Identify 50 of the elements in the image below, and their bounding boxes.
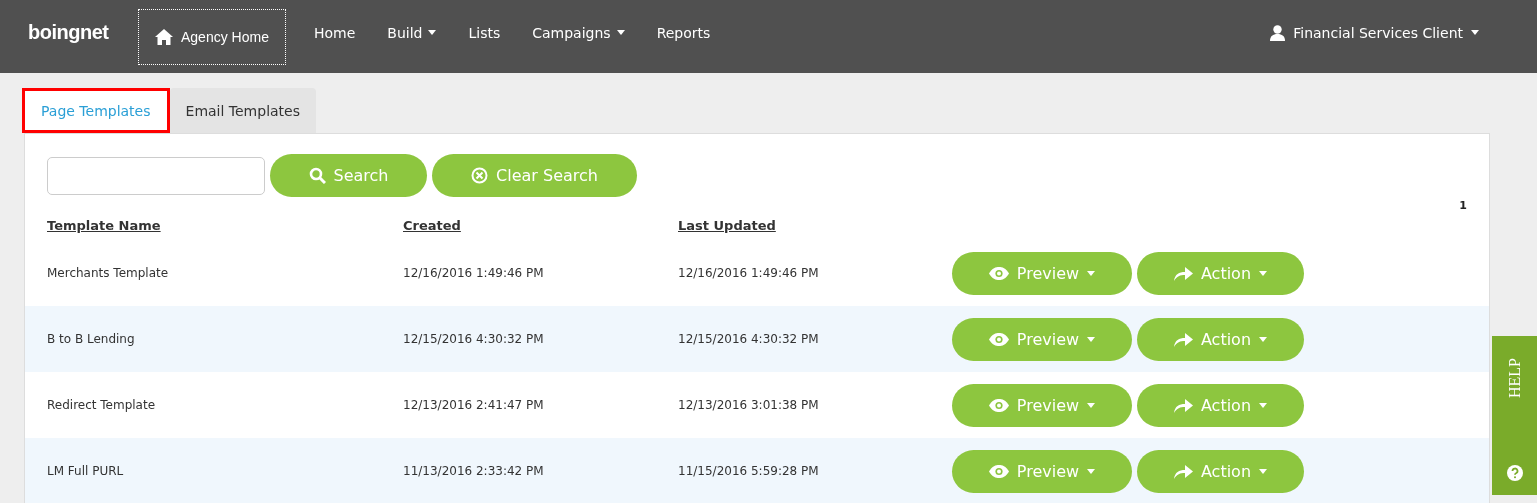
caret-icon xyxy=(1259,468,1268,474)
caret-icon xyxy=(428,30,437,35)
template-name-cell-text: B to B Lending xyxy=(47,332,136,346)
logo[interactable]: boingnet xyxy=(28,21,138,44)
caret-icon xyxy=(1087,402,1096,408)
page-number[interactable]: 1 xyxy=(47,199,1467,212)
column-header[interactable]: Last Updated xyxy=(678,217,952,233)
template-name-cell-text: LM Full PURL xyxy=(47,464,125,478)
share-arrow-icon xyxy=(1173,265,1193,281)
created-cell-text: 12/16/2016 1:49:46 PM xyxy=(403,266,545,280)
updated-cell-text: 12/15/2016 4:30:32 PM xyxy=(678,332,820,346)
caret-icon xyxy=(1087,468,1096,474)
user-icon xyxy=(1270,24,1286,41)
eye-icon xyxy=(988,332,1009,346)
created-cell-text: 11/13/2016 2:33:42 PM xyxy=(403,464,545,478)
caret-icon xyxy=(1471,30,1479,35)
user-menu[interactable]: Financial Services Client xyxy=(1270,24,1479,41)
eye-icon xyxy=(988,464,1009,478)
eye-icon xyxy=(988,398,1009,412)
caret-icon xyxy=(1087,336,1096,342)
column-header[interactable]: Created xyxy=(403,217,678,233)
clear-icon xyxy=(471,167,489,184)
nav-link[interactable]: Build xyxy=(371,12,453,53)
created-cell-text: 12/15/2016 4:30:32 PM xyxy=(403,332,545,346)
nav-link[interactable]: Home xyxy=(297,12,372,53)
eye-icon xyxy=(988,266,1009,280)
column-header[interactable]: Template Name xyxy=(47,217,403,233)
search-field[interactable] xyxy=(47,156,265,195)
created-cell-text: 12/13/2016 2:41:47 PM xyxy=(403,398,545,412)
search-icon xyxy=(308,167,326,184)
share-arrow-icon xyxy=(1173,397,1193,413)
nav-link[interactable]: Campaigns xyxy=(516,12,641,53)
caret-icon xyxy=(616,30,625,35)
share-arrow-icon xyxy=(1173,331,1193,347)
nav-link[interactable]: Reports xyxy=(640,12,727,53)
template-name-cell-text: Merchants Template xyxy=(47,266,170,280)
caret-icon xyxy=(1259,336,1268,342)
question-icon xyxy=(1506,465,1523,481)
updated-cell-text: 12/16/2016 1:49:46 PM xyxy=(678,266,820,280)
nav-link[interactable]: Lists xyxy=(452,12,517,53)
share-arrow-icon xyxy=(1173,463,1193,479)
caret-icon xyxy=(1259,402,1268,408)
caret-icon xyxy=(1087,270,1096,276)
updated-cell-text: 12/13/2016 3:01:38 PM xyxy=(678,398,820,412)
caret-icon xyxy=(1259,270,1268,276)
home-icon xyxy=(155,28,173,45)
template-name-cell-text: Redirect Template xyxy=(47,398,157,412)
agency-home-button[interactable]: Agency Home xyxy=(138,8,286,65)
tab[interactable]: Email Templates xyxy=(169,88,316,133)
updated-cell-text: 11/15/2016 5:59:28 PM xyxy=(678,464,820,478)
